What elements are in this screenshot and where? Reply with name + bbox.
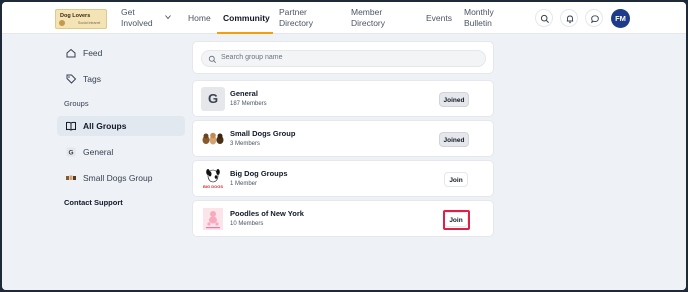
top-navigation-bar: Dog Lovers Social Intranet Get Involved … bbox=[2, 2, 686, 34]
group-member-count: 3 Members bbox=[230, 141, 261, 147]
main-content-area: Feed Tags Groups All Groups G General Sm… bbox=[2, 34, 686, 290]
sidebar-item-label: Feed bbox=[83, 48, 103, 58]
sidebar-item-feed[interactable]: Feed bbox=[57, 43, 102, 63]
sidebar-item-tags[interactable]: Tags bbox=[57, 69, 101, 89]
group-card-general[interactable]: G General 187 Members Joined bbox=[192, 80, 494, 117]
group-thumbnail-text: BIG DOGS bbox=[202, 184, 223, 189]
nav-monthly-bulletin[interactable]: Monthly Bulletin bbox=[464, 2, 506, 34]
group-card-small-dogs[interactable]: Small Dogs Group 3 Members Joined bbox=[192, 120, 494, 157]
chat-bubble-icon bbox=[591, 15, 599, 24]
nav-partner-directory[interactable]: Partner Directory bbox=[279, 2, 325, 34]
search-icon bbox=[540, 14, 549, 23]
group-name[interactable]: Small Dogs Group bbox=[230, 129, 295, 138]
group-thumbnail bbox=[201, 127, 225, 151]
sidebar-item-label: Tags bbox=[83, 74, 101, 84]
sidebar-item-label: General bbox=[83, 147, 114, 157]
search-placeholder: Search group name bbox=[221, 54, 283, 61]
paw-icon bbox=[59, 20, 65, 26]
sidebar-item-small-dogs[interactable]: Small Dogs Group bbox=[57, 168, 152, 188]
group-thumbnail bbox=[201, 207, 225, 231]
group-name[interactable]: Big Dog Groups bbox=[230, 169, 288, 178]
messages-button[interactable] bbox=[585, 9, 603, 27]
sidebar-item-all-groups[interactable]: All Groups bbox=[57, 116, 185, 136]
sidebar-item-general[interactable]: G General bbox=[57, 142, 113, 162]
sidebar-groups-heading: Groups bbox=[64, 99, 89, 108]
app-window: Dog Lovers Social Intranet Get Involved … bbox=[2, 2, 686, 290]
home-icon bbox=[65, 47, 77, 59]
joined-button[interactable]: Joined bbox=[439, 92, 469, 107]
group-card-big-dogs[interactable]: BIG DOGS Big Dog Groups 1 Member Join bbox=[192, 160, 494, 197]
search-button[interactable] bbox=[535, 9, 553, 27]
group-search-input[interactable]: Search group name bbox=[201, 50, 486, 67]
chevron-down-icon[interactable] bbox=[165, 14, 171, 20]
group-search-card: Search group name bbox=[192, 41, 494, 74]
group-card-poodles[interactable]: Poodles of New York 10 Members Join bbox=[192, 200, 494, 237]
notifications-button[interactable] bbox=[560, 9, 578, 27]
general-group-icon: G bbox=[65, 146, 77, 158]
user-avatar[interactable]: FM bbox=[611, 9, 630, 28]
group-member-count: 187 Members bbox=[230, 101, 267, 107]
group-member-count: 1 Member bbox=[230, 181, 258, 187]
sidebar-item-label: All Groups bbox=[83, 121, 127, 131]
nav-events[interactable]: Events bbox=[426, 2, 452, 34]
group-name[interactable]: General bbox=[230, 89, 258, 98]
group-thumbnail-letter: G bbox=[207, 91, 219, 106]
bell-icon bbox=[566, 15, 574, 24]
svg-text:G: G bbox=[68, 150, 73, 157]
group-thumbnail: BIG DOGS bbox=[201, 167, 225, 191]
nav-community[interactable]: Community bbox=[223, 2, 270, 34]
group-name[interactable]: Poodles of New York bbox=[230, 209, 304, 218]
site-logo[interactable]: Dog Lovers Social Intranet bbox=[55, 9, 107, 29]
logo-subtext: Social Intranet bbox=[78, 21, 101, 25]
search-icon bbox=[208, 55, 217, 64]
joined-button[interactable]: Joined bbox=[439, 132, 469, 147]
nav-home[interactable]: Home bbox=[188, 2, 211, 34]
sidebar-item-label: Small Dogs Group bbox=[83, 173, 153, 183]
group-thumbnail: G bbox=[201, 87, 225, 111]
nav-get-involved[interactable]: Get Involved bbox=[121, 2, 161, 34]
book-open-icon bbox=[65, 120, 77, 132]
logo-text: Dog Lovers bbox=[60, 13, 91, 19]
nav-member-directory[interactable]: Member Directory bbox=[351, 2, 397, 34]
join-button-highlight bbox=[443, 210, 470, 230]
small-dogs-thumbnail-icon bbox=[65, 172, 77, 184]
group-member-count: 10 Members bbox=[230, 221, 264, 227]
tag-icon bbox=[65, 73, 77, 85]
join-button[interactable]: Join bbox=[444, 172, 468, 187]
contact-support-link[interactable]: Contact Support bbox=[64, 198, 123, 207]
